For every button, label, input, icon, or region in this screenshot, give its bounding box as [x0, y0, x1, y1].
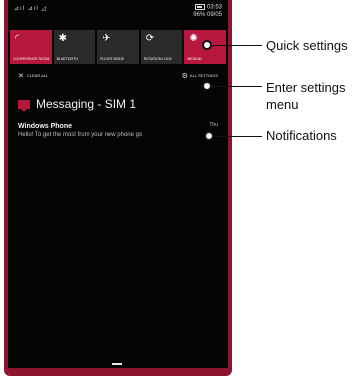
notification-item[interactable]: Windows Phone Thu Hello! To get the most…: [18, 122, 218, 139]
quick-setting-label: MEDIUM: [187, 57, 202, 61]
quick-settings-row: ◜ CONFERENCE ROOM ✱ BLUETOOTH ✈ FLIGHT M…: [10, 30, 226, 64]
notification-title: Windows Phone: [18, 123, 72, 130]
callout-line-quick-settings: [212, 45, 262, 46]
status-bar: ⊿ıl ⊿ıl ◿ 03:53 96% 09/05: [8, 0, 228, 26]
action-center-actions: ✕ CLEAR ALL ⚙ ALL SETTINGS: [8, 70, 228, 80]
callout-marker-notifications: [204, 131, 214, 141]
notification-group-title: Messaging - SIM 1: [36, 97, 137, 111]
quick-setting-label: FLIGHT MODE: [100, 57, 125, 61]
airplane-icon: ✈: [102, 33, 111, 44]
brightness-icon: ✺: [189, 33, 198, 44]
rotation-lock-icon: ⟳: [145, 33, 155, 44]
home-indicator: [112, 363, 122, 365]
clear-all-label: CLEAR ALL: [26, 73, 49, 79]
callout-marker-enter-settings: [202, 81, 212, 91]
status-right-group: 03:53 96% 09/05: [193, 4, 222, 19]
gear-icon: ⚙: [181, 73, 188, 80]
callout-label-notifications: Notifications: [266, 128, 337, 143]
callout-line-notifications: [214, 136, 262, 137]
quick-setting-flight-mode[interactable]: ✈ FLIGHT MODE: [97, 30, 139, 64]
callout-label-quick-settings: Quick settings: [266, 38, 348, 53]
all-settings-button[interactable]: ⚙ ALL SETTINGS: [182, 72, 218, 80]
messaging-icon: [18, 100, 30, 113]
quick-setting-bluetooth[interactable]: ✱ BLUETOOTH: [53, 30, 96, 64]
quick-setting-label: ROTATION LOCK: [143, 57, 172, 61]
clear-all-button[interactable]: ✕ CLEAR ALL: [18, 72, 48, 80]
status-time: 03:53: [206, 4, 222, 11]
battery-icon: [195, 4, 206, 10]
signal-strength-icon: ⊿ıl ⊿ıl ◿: [14, 6, 48, 12]
bluetooth-icon: ✱: [58, 33, 67, 44]
notification-group-header[interactable]: Messaging - SIM 1: [18, 97, 137, 113]
quick-setting-rotation-lock[interactable]: ⟳ ROTATION LOCK: [140, 30, 183, 64]
quick-setting-label: CONFERENCE ROOM: [13, 57, 50, 61]
close-icon: ✕: [18, 73, 24, 80]
status-date: 09/05: [206, 11, 222, 18]
quick-setting-wifi[interactable]: ◜ CONFERENCE ROOM: [10, 30, 52, 64]
phone-screen: ⊿ıl ⊿ıl ◿ 03:53 96% 09/05 ◜ CONFERENCE R…: [8, 0, 228, 368]
phone-device-frame: ⊿ıl ⊿ıl ◿ 03:53 96% 09/05 ◜ CONFERENCE R…: [4, 0, 232, 376]
callout-label-enter-settings: Enter settings menu: [266, 80, 346, 112]
all-settings-label: ALL SETTINGS: [189, 73, 218, 79]
battery-percent: 96%: [193, 11, 206, 18]
wifi-icon: ◜: [15, 33, 19, 44]
quick-setting-label: BLUETOOTH: [56, 57, 78, 61]
callout-line-enter-settings: [212, 86, 262, 87]
callout-marker-quick-settings: [202, 40, 212, 50]
notification-time: Thu: [209, 122, 218, 128]
notification-body: Hello! To get the most from your new pho…: [18, 132, 143, 138]
